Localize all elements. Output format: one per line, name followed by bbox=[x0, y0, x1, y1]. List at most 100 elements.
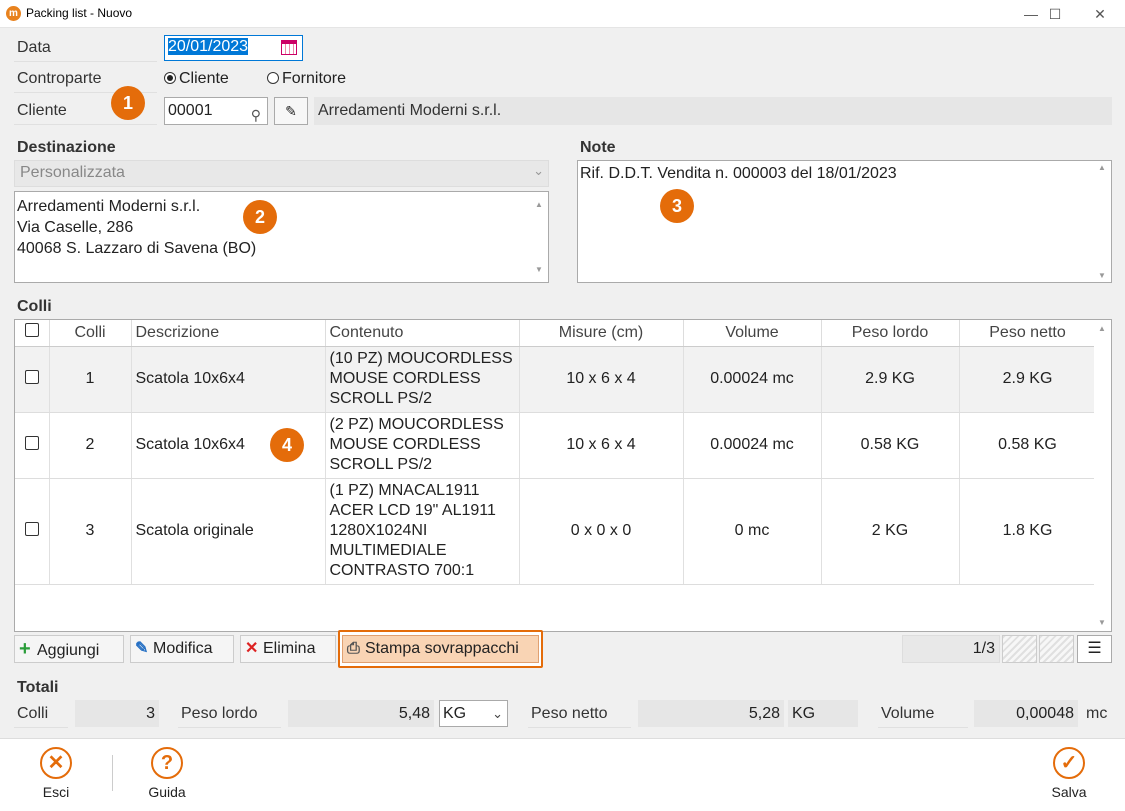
destinazione-select-value: Personalizzata bbox=[20, 164, 125, 181]
destinazione-select[interactable]: Personalizzata ⌄ bbox=[14, 160, 549, 187]
radio-cliente[interactable]: Cliente bbox=[164, 70, 229, 88]
cell-colli: 3 bbox=[49, 478, 132, 585]
pager-indicator: 1/3 bbox=[902, 635, 1000, 663]
stampa-sovrappacchi-button[interactable]: ⎙ Stampa sovrappacchi bbox=[342, 635, 539, 663]
cell-misure: 0 x 0 x 0 bbox=[519, 478, 684, 585]
esci-button[interactable]: ✕ Esci bbox=[30, 745, 82, 803]
delete-x-icon: ✕ bbox=[245, 640, 259, 657]
callout-badge-4: 4 bbox=[270, 428, 304, 462]
modifica-button[interactable]: ✎ Modifica bbox=[130, 635, 234, 663]
peso-netto-label: Peso netto bbox=[528, 701, 631, 728]
contenuto-line: (2 PZ) MOUCORDLESS bbox=[329, 416, 504, 433]
callout-badge-1: 1 bbox=[111, 86, 145, 120]
title-bar: m Packing list - Nuovo — ☐ ✕ bbox=[0, 0, 1125, 28]
contenuto-line: (1 PZ) MNACAL1911 bbox=[329, 482, 480, 499]
edit-icon: ✎ bbox=[285, 103, 297, 119]
cell-misure: 10 x 6 x 4 bbox=[519, 412, 684, 479]
colli-title: Colli bbox=[17, 298, 52, 315]
table-row[interactable]: 2 Scatola 10x6x4 (2 PZ) MOUCORDLESS MOUS… bbox=[15, 412, 1097, 479]
date-field[interactable]: 20/01/2023 bbox=[164, 35, 303, 61]
select-all-checkbox[interactable] bbox=[15, 320, 50, 347]
contenuto-line: SCROLL PS/2 bbox=[329, 390, 433, 407]
cell-contenuto: (1 PZ) MNACAL1911 ACER LCD 19" AL1911 12… bbox=[325, 478, 520, 585]
close-circle-icon: ✕ bbox=[40, 747, 72, 779]
elimina-button[interactable]: ✕ Elimina bbox=[240, 635, 336, 663]
previous-page-button[interactable] bbox=[1002, 635, 1037, 663]
printer-icon: ⎙ bbox=[347, 640, 360, 657]
peso-netto-unit: KG bbox=[788, 700, 858, 727]
date-value: 20/01/2023 bbox=[168, 38, 249, 55]
table-row[interactable]: 1 Scatola 10x6x4 (10 PZ) MOUCORDLESS MOU… bbox=[15, 346, 1097, 413]
cliente-name-field: Arredamenti Moderni s.r.l. bbox=[314, 97, 1112, 125]
destinazione-address[interactable]: Arredamenti Moderni s.r.l. Via Caselle, … bbox=[14, 191, 549, 283]
cliente-code-value: 00001 bbox=[168, 102, 213, 119]
cell-peso-lordo: 2.9 KG bbox=[821, 346, 960, 413]
cell-volume: 0 mc bbox=[683, 478, 822, 585]
volume-label: Volume bbox=[878, 701, 968, 728]
footer-divider bbox=[112, 755, 113, 791]
cell-misure: 10 x 6 x 4 bbox=[519, 346, 684, 413]
contenuto-line: ACER LCD 19" AL1911 bbox=[329, 502, 496, 519]
totali-colli-label: Colli bbox=[14, 701, 68, 728]
cell-peso-netto: 0.58 KG bbox=[959, 412, 1097, 479]
grid-scrollbar[interactable]: ▲ ▼ bbox=[1094, 320, 1111, 631]
contenuto-line: (10 PZ) MOUCORDLESS bbox=[329, 350, 513, 367]
calendar-icon[interactable] bbox=[281, 40, 297, 55]
app-logo-icon: m bbox=[6, 6, 21, 21]
maximize-button[interactable]: ☐ bbox=[1032, 0, 1078, 28]
next-page-button[interactable] bbox=[1039, 635, 1074, 663]
note-scrollbar[interactable]: ▲ ▼ bbox=[1094, 161, 1111, 282]
aggiungi-label: Aggiungi bbox=[37, 642, 100, 659]
contenuto-line: MOUSE CORDLESS bbox=[329, 436, 481, 453]
table-row[interactable]: 3 Scatola originale (1 PZ) MNACAL1911 AC… bbox=[15, 478, 1097, 585]
close-button[interactable]: ✕ bbox=[1077, 0, 1123, 28]
salva-button[interactable]: ✓ Salva bbox=[1043, 745, 1095, 803]
contenuto-line: MOUSE CORDLESS bbox=[329, 370, 481, 387]
column-header[interactable]: Volume bbox=[683, 320, 822, 347]
contenuto-line: CONTRASTO 700:1 bbox=[329, 562, 475, 579]
cliente-code-field[interactable]: 00001 ⚲ bbox=[164, 97, 268, 125]
column-header[interactable]: Colli bbox=[49, 320, 132, 347]
cell-descrizione: Scatola 10x6x4 bbox=[131, 346, 326, 413]
peso-lordo-unit-select[interactable]: KG ⌄ bbox=[439, 700, 508, 727]
window-title: Packing list - Nuovo bbox=[26, 6, 133, 20]
volume-value: 0,00048 bbox=[974, 700, 1078, 727]
guida-label: Guida bbox=[148, 784, 186, 800]
aggiungi-button[interactable]: + Aggiungi bbox=[14, 635, 124, 663]
search-icon[interactable]: ⚲ bbox=[251, 102, 261, 128]
cell-colli: 1 bbox=[49, 346, 132, 413]
modifica-label: Modifica bbox=[153, 640, 213, 657]
radio-checked-icon bbox=[164, 72, 176, 84]
guida-button[interactable]: ? Guida bbox=[141, 745, 193, 803]
cell-peso-lordo: 2 KG bbox=[821, 478, 960, 585]
row-checkbox[interactable] bbox=[15, 346, 50, 413]
cell-volume: 0.00024 mc bbox=[683, 346, 822, 413]
plus-icon: + bbox=[19, 638, 31, 660]
edit-cliente-button[interactable]: ✎ bbox=[274, 97, 308, 125]
data-label: Data bbox=[14, 35, 157, 62]
column-header[interactable]: Descrizione bbox=[131, 320, 326, 347]
note-title: Note bbox=[580, 139, 616, 156]
row-checkbox[interactable] bbox=[15, 412, 50, 479]
row-checkbox[interactable] bbox=[15, 478, 50, 585]
column-header[interactable]: Contenuto bbox=[325, 320, 520, 347]
callout-badge-2: 2 bbox=[243, 200, 277, 234]
cell-peso-netto: 2.9 KG bbox=[959, 346, 1097, 413]
grid-menu-button[interactable]: ☰ bbox=[1077, 635, 1112, 663]
check-circle-icon: ✓ bbox=[1053, 747, 1085, 779]
radio-fornitore[interactable]: Fornitore bbox=[267, 70, 346, 88]
esci-label: Esci bbox=[42, 784, 70, 800]
volume-unit: mc bbox=[1086, 705, 1108, 722]
cell-peso-netto: 1.8 KG bbox=[959, 478, 1097, 585]
column-header[interactable]: Peso netto bbox=[959, 320, 1097, 347]
edit-icon: ✎ bbox=[135, 640, 149, 657]
contenuto-line: 1280X1024NI bbox=[329, 522, 428, 539]
radio-cliente-label: Cliente bbox=[179, 70, 229, 87]
peso-lordo-label: Peso lordo bbox=[178, 701, 281, 728]
contenuto-line: MULTIMEDIALE bbox=[329, 542, 447, 559]
note-textarea[interactable]: Rif. D.D.T. Vendita n. 000003 del 18/01/… bbox=[577, 160, 1112, 283]
cell-descrizione: Scatola originale bbox=[131, 478, 326, 585]
address-scrollbar[interactable]: ▲ ▼ bbox=[531, 192, 548, 282]
column-header[interactable]: Misure (cm) bbox=[519, 320, 684, 347]
column-header[interactable]: Peso lordo bbox=[821, 320, 960, 347]
